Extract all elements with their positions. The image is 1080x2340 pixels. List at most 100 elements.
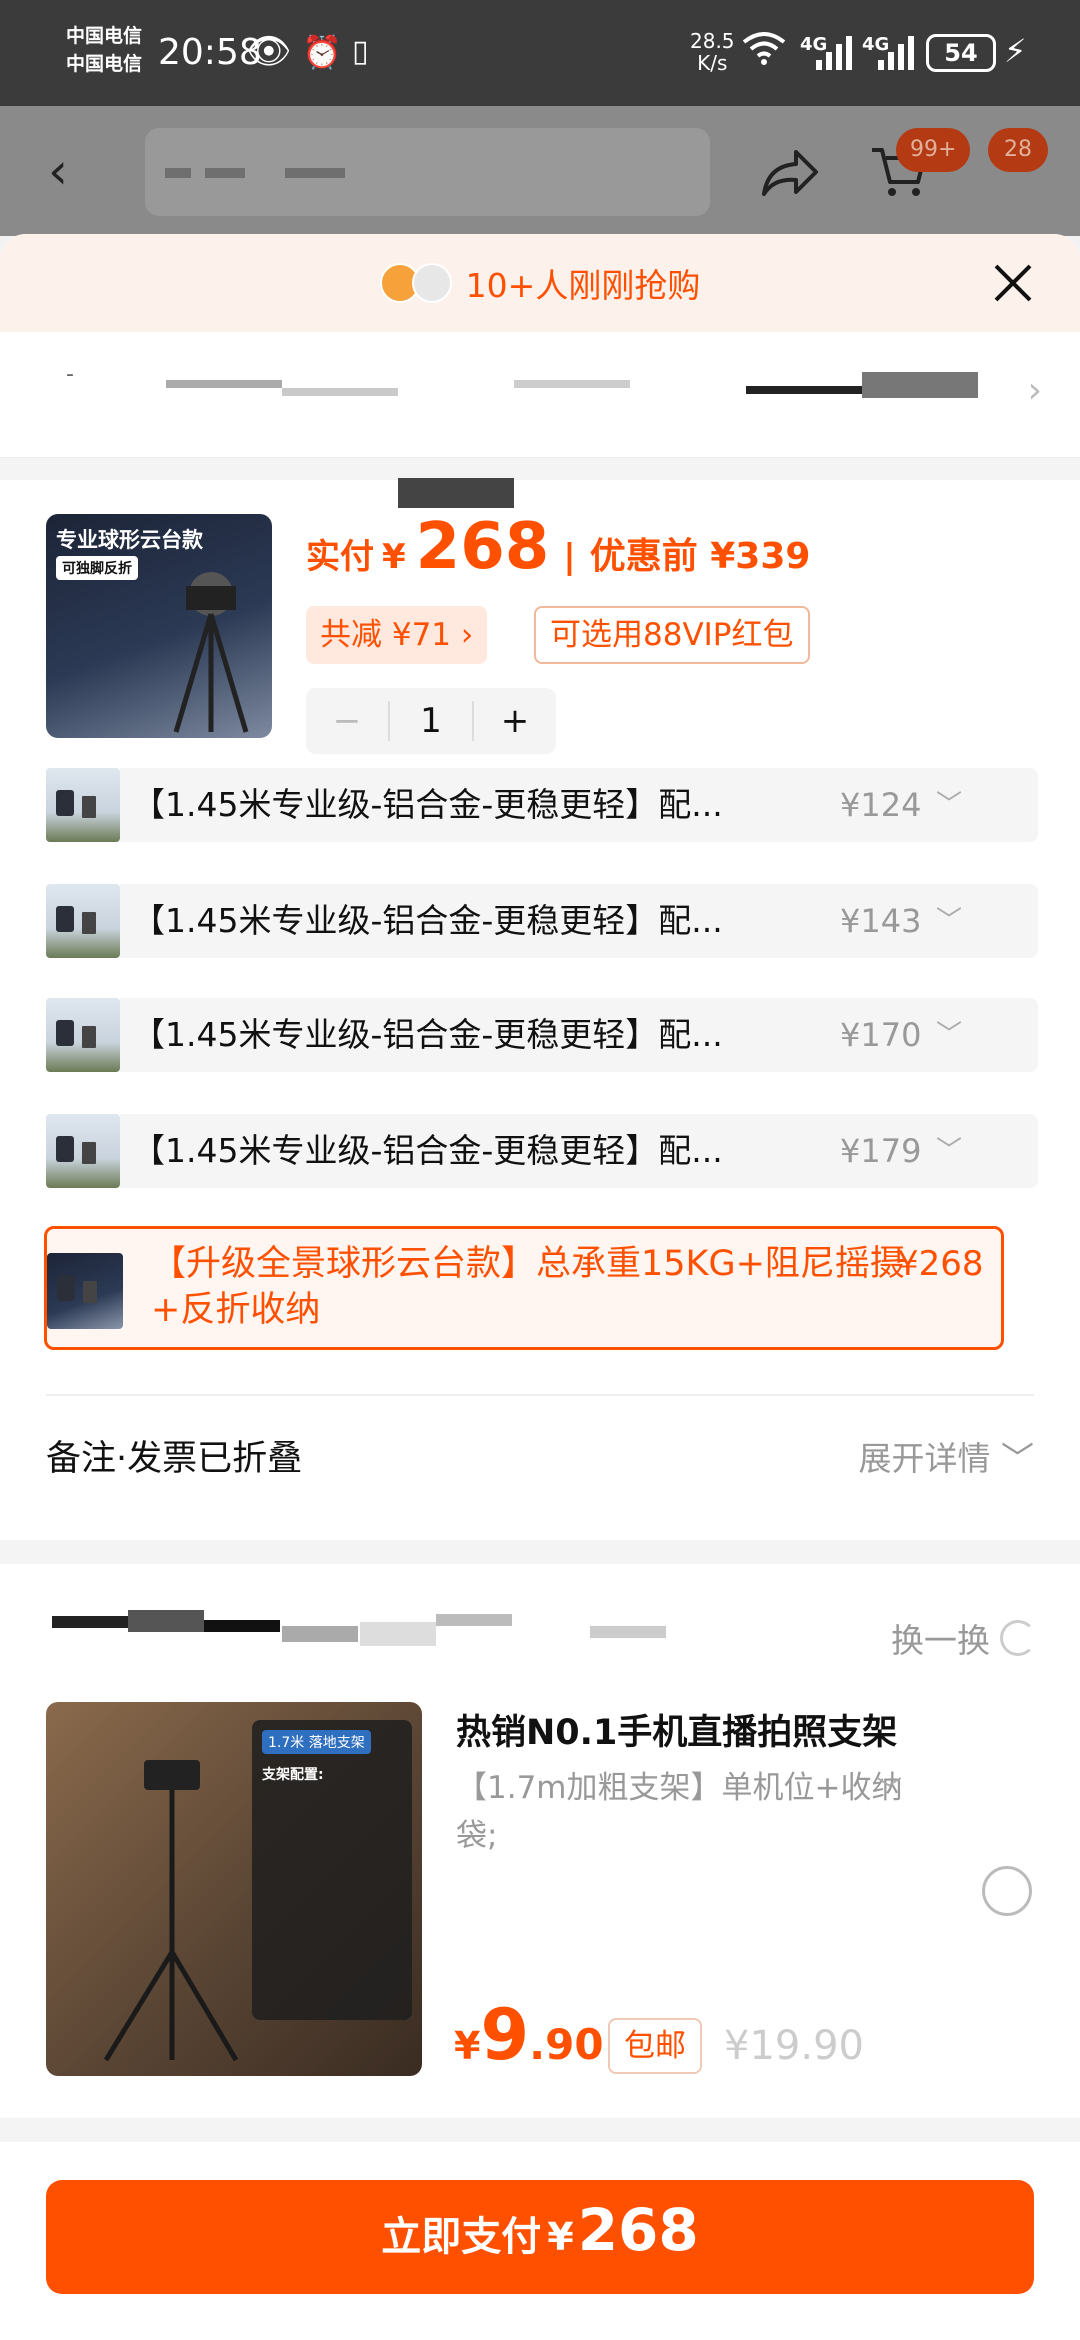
chevron-down-icon[interactable]: ﹀ [876,1770,902,1807]
tripod-icon [173,572,249,733]
redacted-address [746,386,862,394]
promo-banner: 10+人刚刚抢购 [0,234,1080,332]
cart-badge: 99+ [896,128,971,172]
thumb-tag: 1.7米 落地支架 [262,1730,371,1754]
redacted-address [282,388,398,396]
app-header: ‹ 99+ 28 [0,106,1080,236]
price-decimal: .90 [529,2020,604,2069]
selected-variant-name: 【升级全景球形云台款】总承重15KG+阻尼摇摄+反折收纳 [151,1244,905,1330]
variant-name: 【1.45米专业级-铝合金-更稳更轻】配... [132,785,723,824]
swap-label: 换一换 [891,1621,990,1660]
recommended-product-spec[interactable]: 【1.7m加粗支架】单机位+收纳袋; [456,1764,926,1860]
redacted-address [862,372,978,398]
recommended-price: ¥ 9 .90 [454,1994,604,2076]
redacted-title [436,1614,512,1626]
redacted-address [514,380,630,388]
product-card: 专业球形云台款 可独脚反折 实付 ¥ 268 | 优惠前 ¥339 共减 ¥71… [0,480,1080,758]
chevron-down-icon[interactable]: ﹀ [936,998,962,1072]
variant-thumbnail [46,998,120,1072]
carrier-labels: 中国电信 中国电信 [66,22,142,78]
increase-button[interactable]: + [474,701,556,741]
signal-bars-1-icon [816,36,852,70]
battery-icon: 54 [926,34,996,72]
search-bar[interactable] [145,128,710,216]
variant-option[interactable]: 【1.45米专业级-铝合金-更稳更轻】配... ¥170 ﹀ [46,998,1038,1072]
section-gap [0,458,1080,480]
pay-now-button[interactable]: 立即支付 ¥ 268 [46,2180,1034,2294]
variant-option[interactable]: 【1.45米专业级-铝合金-更稳更轻】配... ¥124 ﹀ [46,768,1038,842]
decrease-button[interactable]: − [306,701,388,741]
variant-thumbnail [46,884,120,958]
variant-name: 【1.45米专业级-铝合金-更稳更轻】配... [132,1015,723,1054]
recommended-product-thumbnail[interactable]: 1.7米 落地支架 支架配置: [46,1702,422,2076]
thumb-title: 专业球形云台款 [56,528,203,552]
discount-chip[interactable]: 共减 ¥71 › [306,606,488,664]
recommended-product-name[interactable]: 热销N0.1手机直播拍照支架 [456,1704,897,1755]
variant-price: ¥179 [840,1132,922,1170]
pay-currency: ¥ [547,2215,574,2259]
select-radio[interactable] [982,1866,1032,1916]
pay-label: 立即支付 [381,2214,542,2260]
redacted-title [282,1626,358,1642]
vibrate-icon: ▯ [352,34,369,69]
variant-option[interactable]: 【1.45米专业级-铝合金-更稳更轻】配... ¥179 ﹀ [46,1114,1038,1188]
section-gap [0,1540,1080,1564]
price-integer: 9 [480,1994,530,2076]
price-separator: | [563,537,576,577]
address-row[interactable]: ‑ › [0,332,1080,508]
variant-price: ¥143 [840,902,922,940]
redacted-address [166,380,282,388]
paid-amount: 268 [415,510,550,584]
price-yen: ¥ [454,2024,481,2068]
before-discount-price: 优惠前 ¥339 [589,536,811,577]
checkout-sheet: 10+人刚刚抢购 ‑ › 专业球形云台款 可独脚反折 实付 ¥ 268 | 优惠… [0,234,1080,2340]
remark-label: 备注·发票已折叠 [46,1439,303,1479]
chevron-down-icon: ﹀ [1001,1439,1034,1478]
price-line: 实付 ¥ 268 | 优惠前 ¥339 [306,510,810,584]
remark-row[interactable]: 备注·发票已折叠 展开详情 ﹀ [46,1416,1034,1502]
redacted-text [285,168,345,178]
chevron-down-icon[interactable]: ﹀ [936,768,962,842]
chevron-right-icon: › [1027,370,1042,411]
product-thumbnail[interactable]: 专业球形云台款 可独脚反折 [46,514,272,738]
carrier-2: 中国电信 [66,53,143,75]
signal-bars-2-icon [878,36,914,70]
redacted-title [204,1620,280,1632]
network-speed-value: 28.5 [690,29,735,53]
divider [46,1394,1034,1396]
expand-details-label: 展开详情 [858,1439,991,1478]
variant-option-selected[interactable]: 【升级全景球形云台款】总承重15KG+阻尼摇摄+反折收纳 ¥268 [44,1226,1004,1350]
eye-icon: 👁 [246,31,292,72]
variant-price: ¥124 [840,786,922,824]
share-icon[interactable] [760,146,820,204]
free-shipping-badge: 包邮 [608,2018,702,2074]
variant-thumbnail [46,1114,120,1188]
redacted-title [128,1610,204,1632]
expand-details-button[interactable]: 展开详情 ﹀ [859,1416,1035,1502]
alarm-icon: ⏰ [302,33,342,71]
chevron-down-icon[interactable]: ﹀ [936,884,962,958]
carrier-1: 中国电信 [66,25,143,47]
paid-label: 实付 [306,537,374,577]
section-gap [0,2118,1080,2142]
thumb-config-heading: 支架配置: [262,1767,324,1783]
network-speed-unit: K/s [697,51,728,75]
avatar [411,263,452,303]
message-badge: 28 [988,128,1048,172]
chevron-down-icon[interactable]: ﹀ [936,1114,962,1188]
quantity-value[interactable]: 1 [388,701,474,741]
close-icon[interactable] [990,260,1036,306]
vip-redpacket-chip[interactable]: 可选用88VIP红包 [534,606,810,664]
variant-name: 【1.45米专业级-铝合金-更稳更轻】配... [132,901,723,940]
redacted-text [165,168,191,178]
buyer-avatars [379,263,452,303]
currency-symbol: ¥ [382,537,406,577]
swap-button[interactable]: 换一换 [891,1614,1036,1662]
back-icon[interactable]: ‹ [48,146,68,196]
variant-thumbnail [47,1253,123,1329]
variant-option[interactable]: 【1.45米专业级-铝合金-更稳更轻】配... ¥143 ﹀ [46,884,1038,958]
charging-icon: ⚡ [1004,32,1027,70]
redacted-title [360,1622,436,1646]
spec-panel: 1.7米 落地支架 支架配置: [252,1720,412,2020]
variant-name: 【1.45米专业级-铝合金-更稳更轻】配... [132,1131,723,1170]
